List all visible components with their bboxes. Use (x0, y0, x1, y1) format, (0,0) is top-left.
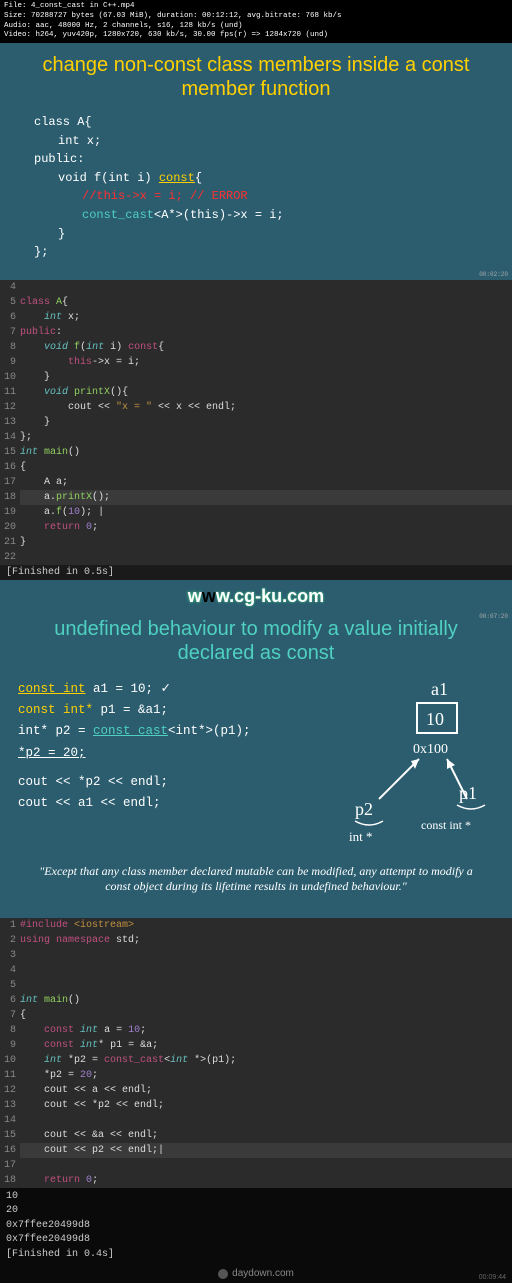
output-line: 20 (6, 1204, 506, 1219)
code-line: cout << a1 << endl; (18, 793, 309, 814)
build-status-2: [Finished in 0.4s] (6, 1248, 506, 1263)
watermark-text: www.cg-ku.com (188, 586, 324, 606)
slide-2-code: const int a1 = 10; ✓ const int* p1 = &a1… (18, 679, 309, 854)
slide-2: 00:07:20 undefined behaviour to modify a… (0, 611, 512, 918)
code-line: } (34, 225, 494, 244)
svg-text:a1: a1 (431, 679, 448, 699)
code-line: class A{ (34, 113, 494, 132)
svg-text:p1: p1 (459, 783, 477, 803)
slide-1-code: class A{ int x; public: void f(int i) co… (18, 113, 494, 262)
svg-text:int *: int * (349, 829, 372, 844)
code-line: void f(int i) const{ (34, 169, 494, 188)
code-error-line: //this->x = i; // ERROR (34, 187, 494, 206)
svg-text:0x100: 0x100 (413, 742, 448, 757)
timestamp: 00:07:20 (479, 613, 508, 620)
output-line: 0x7ffee20499d8 (6, 1219, 506, 1234)
build-status-1: [Finished in 0.5s] (0, 565, 512, 580)
code-line: *p2 = 20; (18, 743, 309, 764)
timestamp: 00:02:20 (479, 271, 508, 278)
program-output: 10 20 0x7ffee20499d8 0x7ffee20499d8 [Fin… (0, 1188, 512, 1265)
footer-watermark: daydown.com 00:09:44 (0, 1264, 512, 1283)
footer-text: daydown.com (232, 1268, 294, 1279)
code-line: const int a1 = 10; ✓ (18, 679, 309, 700)
file-info-line: Audio: aac, 48000 Hz, 2 channels, s16, 1… (4, 22, 508, 32)
standard-quote: "Except that any class member declared m… (18, 854, 494, 900)
watermark-mid: www.cg-ku.com (0, 580, 512, 611)
file-info-line: Video: h264, yuv420p, 1280x720, 630 kb/s… (4, 31, 508, 41)
code-editor-2: 1#include <iostream> 2using namespace st… (0, 918, 512, 1188)
timestamp: 00:09:44 (479, 1274, 506, 1281)
code-line: int* p2 = const_cast<int*>(p1); (18, 721, 309, 742)
output-line: 0x7ffee20499d8 (6, 1233, 506, 1248)
code-line: int x; (34, 132, 494, 151)
code-line: cout << *p2 << endl; (18, 772, 309, 793)
code-editor-1: 4 5class A{ 6 int x; 7public: 8 void f(i… (0, 280, 512, 565)
diagram-svg: a1 10 0x100 p2 p1 int * const int * (319, 679, 494, 849)
code-line: const_cast<A*>(this)->x = i; (34, 206, 494, 225)
hand-drawing: a1 10 0x100 p2 p1 int * const int * (319, 679, 494, 854)
code-line: }; (34, 243, 494, 262)
slide-1-title: change non-const class members inside a … (18, 53, 494, 101)
svg-text:p2: p2 (355, 799, 373, 819)
slide-1: change non-const class members inside a … (0, 43, 512, 280)
file-info-overlay: File: 4_const_cast in C++.mp4 Size: 7028… (0, 0, 512, 43)
svg-text:const int *: const int * (421, 818, 471, 832)
slide-2-title: undefined behaviour to modify a value in… (18, 617, 494, 665)
code-line: public: (34, 150, 494, 169)
logo-icon (218, 1269, 228, 1279)
svg-text:10: 10 (426, 709, 444, 729)
code-line: const int* p1 = &a1; (18, 700, 309, 721)
file-info-line: Size: 70288727 bytes (67.03 MiB), durati… (4, 12, 508, 22)
output-line: 10 (6, 1190, 506, 1205)
file-info-line: File: 4_const_cast in C++.mp4 (4, 2, 508, 12)
